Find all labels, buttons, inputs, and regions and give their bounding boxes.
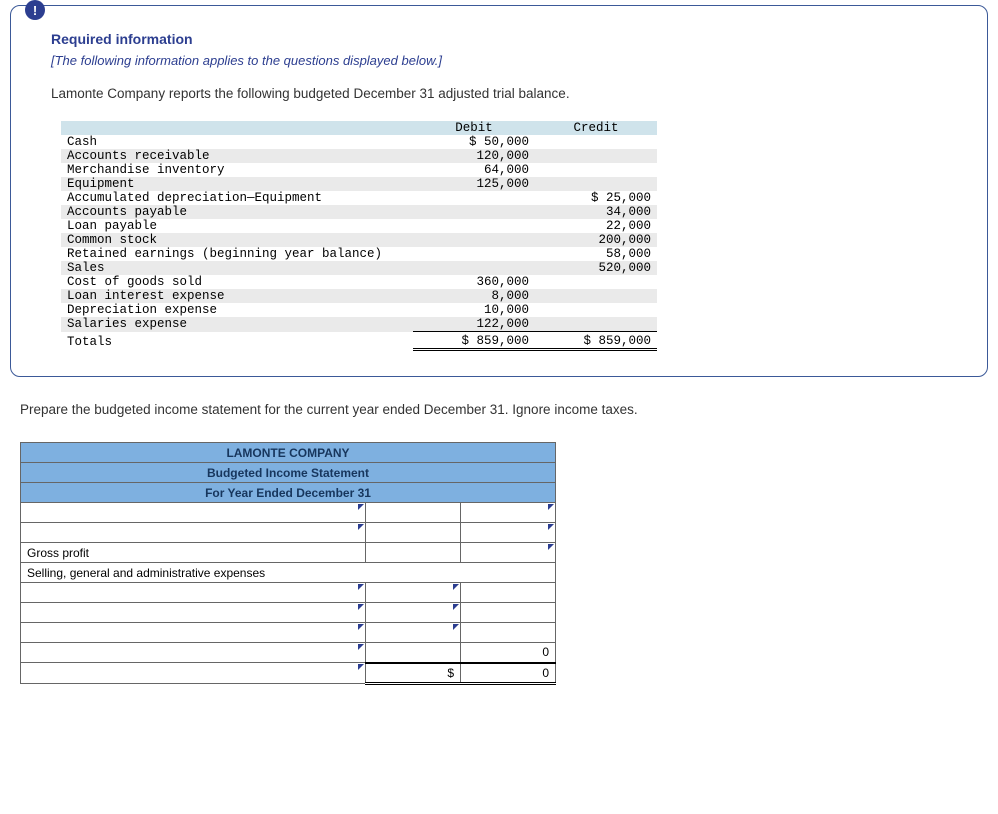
income-blank-cell	[461, 623, 556, 643]
trial-credit	[535, 149, 657, 163]
income-gross-profit-amount[interactable]	[461, 543, 556, 563]
trial-acct: Accumulated depreciation—Equipment	[61, 191, 413, 205]
trial-acct: Accounts receivable	[61, 149, 413, 163]
trial-debit: 360,000	[413, 275, 535, 289]
income-net-value: 0	[461, 663, 556, 684]
income-blank-cell	[366, 543, 461, 563]
trial-total-debit: $ 859,000	[413, 332, 535, 350]
trial-acct: Accounts payable	[61, 205, 413, 219]
trial-credit	[535, 177, 657, 191]
trial-debit: 10,000	[413, 303, 535, 317]
income-net-dollar: $	[366, 663, 461, 684]
trial-acct: Equipment	[61, 177, 413, 191]
trial-debit: 125,000	[413, 177, 535, 191]
income-blank-cell	[461, 603, 556, 623]
required-subtitle: [The following information applies to th…	[51, 53, 957, 68]
income-expense2-select[interactable]	[21, 603, 366, 623]
income-expense1-amount[interactable]	[366, 583, 461, 603]
income-blank-cell	[366, 503, 461, 523]
trial-debit: $ 50,000	[413, 135, 535, 149]
income-blank-cell	[366, 523, 461, 543]
income-blank-cell	[461, 583, 556, 603]
trial-credit	[535, 303, 657, 317]
trial-credit	[535, 135, 657, 149]
income-blank-cell	[366, 643, 461, 663]
income-expense1-select[interactable]	[21, 583, 366, 603]
trial-debit	[413, 261, 535, 275]
trial-debit: 122,000	[413, 317, 535, 332]
income-expense2-amount[interactable]	[366, 603, 461, 623]
required-title: Required information	[51, 31, 957, 47]
income-header-title: Budgeted Income Statement	[21, 463, 556, 483]
trial-acct: Common stock	[61, 233, 413, 247]
trial-debit	[413, 219, 535, 233]
income-cogs-select[interactable]	[21, 523, 366, 543]
trial-debit: 8,000	[413, 289, 535, 303]
trial-credit	[535, 163, 657, 177]
trial-debit: 64,000	[413, 163, 535, 177]
trial-debit	[413, 247, 535, 261]
income-gross-profit-label: Gross profit	[21, 543, 366, 563]
trial-debit	[413, 205, 535, 219]
trial-credit: 520,000	[535, 261, 657, 275]
trial-debit-header: Debit	[413, 121, 535, 135]
trial-acct: Salaries expense	[61, 317, 413, 332]
income-total-exp-select[interactable]	[21, 643, 366, 663]
income-cogs-amount[interactable]	[461, 523, 556, 543]
income-sga-header: Selling, general and administrative expe…	[21, 563, 556, 583]
trial-blank-header	[61, 121, 413, 135]
income-expense3-amount[interactable]	[366, 623, 461, 643]
trial-credit	[535, 275, 657, 289]
trial-acct: Cash	[61, 135, 413, 149]
trial-credit: $ 25,000	[535, 191, 657, 205]
trial-acct: Depreciation expense	[61, 303, 413, 317]
trial-credit	[535, 289, 657, 303]
trial-total-label: Totals	[61, 332, 413, 350]
trial-credit: 58,000	[535, 247, 657, 261]
income-sales-amount[interactable]	[461, 503, 556, 523]
required-description: Lamonte Company reports the following bu…	[51, 86, 957, 101]
required-info-box: ! Required information [The following in…	[10, 5, 988, 377]
income-total-exp-value: 0	[461, 643, 556, 663]
trial-balance-table: Debit Credit Cash$ 50,000 Accounts recei…	[61, 121, 657, 351]
trial-credit: 34,000	[535, 205, 657, 219]
trial-credit: 200,000	[535, 233, 657, 247]
income-header-period: For Year Ended December 31	[21, 483, 556, 503]
trial-total-credit: $ 859,000	[535, 332, 657, 350]
income-statement-table: LAMONTE COMPANY Budgeted Income Statemen…	[20, 442, 556, 685]
trial-acct: Cost of goods sold	[61, 275, 413, 289]
income-sales-select[interactable]	[21, 503, 366, 523]
income-header-company: LAMONTE COMPANY	[21, 443, 556, 463]
exclamation-icon: !	[25, 0, 45, 20]
trial-credit: 22,000	[535, 219, 657, 233]
trial-debit	[413, 191, 535, 205]
trial-debit	[413, 233, 535, 247]
prepare-prompt: Prepare the budgeted income statement fo…	[20, 402, 988, 417]
income-expense3-select[interactable]	[21, 623, 366, 643]
trial-credit-header: Credit	[535, 121, 657, 135]
page: ! Required information [The following in…	[0, 0, 998, 715]
trial-acct: Loan payable	[61, 219, 413, 233]
trial-acct: Merchandise inventory	[61, 163, 413, 177]
trial-debit: 120,000	[413, 149, 535, 163]
trial-acct: Loan interest expense	[61, 289, 413, 303]
income-net-select[interactable]	[21, 663, 366, 684]
trial-credit	[535, 317, 657, 332]
trial-acct: Retained earnings (beginning year balanc…	[61, 247, 413, 261]
trial-acct: Sales	[61, 261, 413, 275]
